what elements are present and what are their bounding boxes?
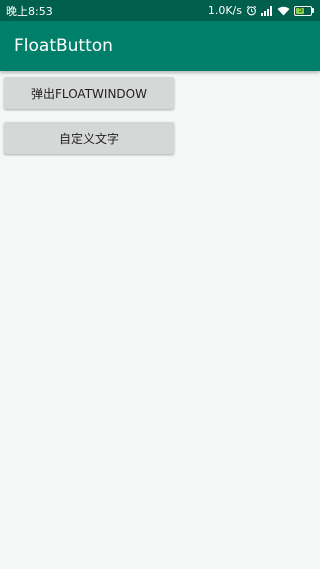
- battery-level: 57: [298, 6, 308, 14]
- main-content: 弹出FLOATWINDOW 自定义文字: [0, 71, 320, 569]
- status-icons: 1.0K/s 57: [208, 4, 314, 17]
- app-bar: FloatButton: [0, 21, 320, 71]
- status-bar: 晚上8:53 1.0K/s 57: [0, 0, 320, 21]
- alarm-icon: [246, 5, 257, 16]
- battery-icon: 57: [294, 5, 314, 16]
- status-time: 晚上8:53: [6, 4, 53, 18]
- custom-text-button[interactable]: 自定义文字: [4, 122, 174, 154]
- network-speed: 1.0K/s: [207, 4, 242, 17]
- app-title: FloatButton: [14, 36, 113, 56]
- signal-icon: [261, 5, 273, 16]
- show-float-window-button[interactable]: 弹出FLOATWINDOW: [4, 77, 174, 109]
- wifi-icon: [277, 6, 290, 16]
